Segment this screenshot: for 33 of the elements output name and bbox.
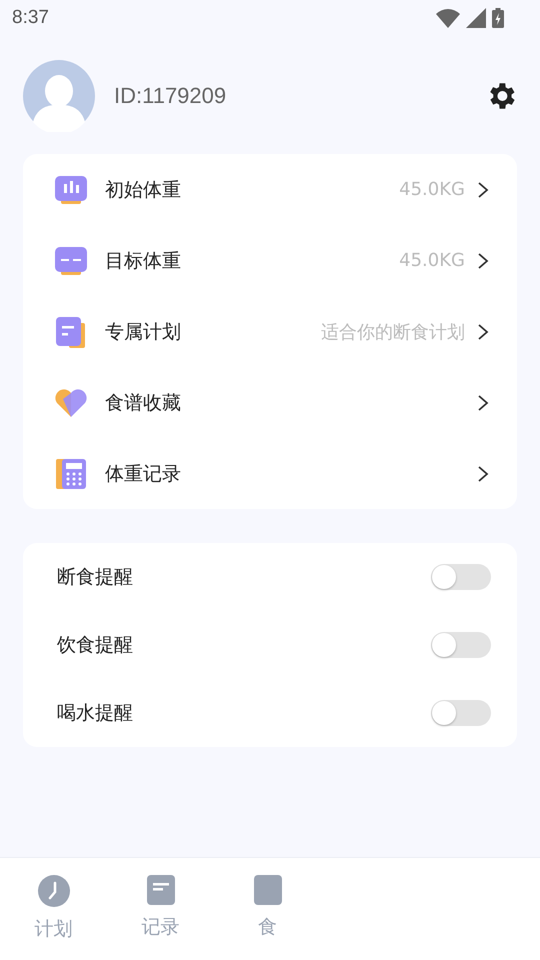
menu-value: 45.0KG <box>399 179 465 200</box>
chevron-right-icon <box>477 464 489 482</box>
chevron-right-icon <box>477 394 489 412</box>
reminder-label: 饮食提醒 <box>57 633 134 658</box>
reminder-label: 断食提醒 <box>57 565 134 590</box>
menu-value: 适合你的断食计划 <box>321 320 465 344</box>
book-icon <box>252 874 282 906</box>
menu-label: 食谱收藏 <box>105 390 182 416</box>
chevron-right-icon <box>477 180 489 198</box>
menu-item[interactable]: 目标体重 45.0KG <box>23 225 517 296</box>
menu-item[interactable]: 食谱收藏 <box>23 367 517 438</box>
menu-item[interactable]: 初始体重 45.0KG <box>23 154 517 225</box>
menu-label: 专属计划 <box>105 320 182 344</box>
clock-icon <box>36 874 70 908</box>
menu-value: 45.0KG <box>399 250 465 271</box>
menu-label: 初始体重 <box>105 178 182 202</box>
menu-label: 目标体重 <box>105 248 182 274</box>
user-id: ID:1179209 <box>114 83 228 109</box>
battery-icon <box>492 8 504 28</box>
menu-item[interactable]: 专属计划 适合你的断食计划 <box>23 296 517 367</box>
menu-item[interactable]: 体重记录 <box>23 438 517 509</box>
toggle-switch[interactable] <box>431 632 491 658</box>
signal-icon <box>466 8 486 28</box>
reminder-label: 喝水提醒 <box>57 701 134 726</box>
avatar-icon[interactable] <box>23 60 95 132</box>
menu-label: 体重记录 <box>105 462 182 486</box>
chevron-right-icon <box>477 252 489 270</box>
chevron-right-icon <box>477 322 489 340</box>
wifi-icon <box>436 8 460 28</box>
toggle-switch[interactable] <box>431 564 491 590</box>
note-icon <box>146 874 176 906</box>
toggle-switch[interactable] <box>431 700 491 726</box>
status-time: 8:37 <box>12 7 49 29</box>
